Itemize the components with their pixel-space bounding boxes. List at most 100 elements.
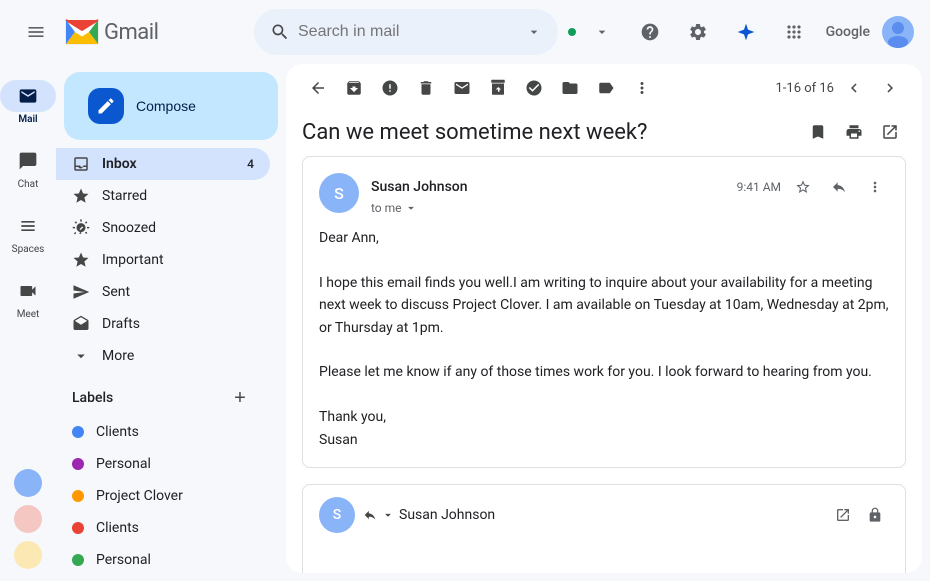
archive-button[interactable]	[338, 72, 370, 104]
label-dot-personal2	[72, 554, 84, 566]
nav-item-important[interactable]: Important	[56, 244, 270, 276]
user-avatar[interactable]	[882, 16, 914, 48]
more-actions-button[interactable]	[626, 72, 658, 104]
move-to-button[interactable]	[554, 72, 586, 104]
compose-button[interactable]: Compose	[64, 72, 278, 140]
chat-icon	[18, 151, 38, 171]
important-icon	[72, 251, 90, 269]
nav-item-snoozed[interactable]: Snoozed	[56, 212, 270, 244]
snooze-subject-button[interactable]	[802, 116, 834, 148]
labels-add-button[interactable]: +	[226, 384, 254, 412]
gmail-logo: Gmail	[64, 14, 158, 50]
labels-button[interactable]	[590, 72, 622, 104]
more-vert-icon	[633, 79, 651, 97]
bottom-avatar-1[interactable]	[14, 469, 42, 497]
reply-compose-input[interactable]	[303, 545, 905, 573]
star-email-icon	[795, 179, 811, 195]
email-time: 9:41 AM	[737, 180, 781, 194]
spam-icon	[381, 79, 399, 97]
menu-icon[interactable]	[16, 12, 56, 52]
nav-item-inbox[interactable]: Inbox 4	[56, 148, 270, 180]
main-layout: Mail Chat Spaces Meet	[0, 64, 930, 581]
nav-panel: Compose Inbox 4 Starred Snoozed Importan…	[56, 64, 286, 581]
nav-item-starred[interactable]: Starred	[56, 180, 270, 212]
search-input[interactable]	[298, 23, 518, 41]
email-body-line-7: Susan	[319, 429, 889, 451]
sidebar-item-chat[interactable]: Chat	[0, 137, 56, 198]
email-meta: Susan Johnson 9:41 AM	[371, 173, 889, 215]
drafts-icon	[72, 315, 90, 333]
mail-icon	[18, 86, 38, 106]
label-dot-project-clover1	[72, 490, 84, 502]
snooze-email-button[interactable]	[482, 72, 514, 104]
more-nav-icon	[72, 347, 90, 365]
print-icon	[845, 123, 863, 141]
sidebar-item-spaces[interactable]: Spaces	[0, 202, 56, 263]
mark-unread-icon	[453, 79, 471, 97]
bottom-avatar-2[interactable]	[14, 505, 42, 533]
sidebar-item-meet[interactable]: Meet	[0, 267, 56, 328]
label-name-clients1: Clients	[96, 424, 139, 440]
delete-button[interactable]	[410, 72, 442, 104]
label-item-personal2[interactable]: Personal	[56, 544, 270, 576]
spaces-icon	[18, 216, 38, 236]
search-filter-button[interactable]	[526, 24, 542, 40]
settings-button[interactable]	[678, 12, 718, 52]
to-me-text: to me	[371, 201, 402, 215]
open-in-new-button[interactable]	[874, 116, 906, 148]
bottom-avatar-3[interactable]	[14, 541, 42, 569]
meet-icon	[18, 281, 38, 301]
more-email-button[interactable]	[861, 173, 889, 201]
sidebar-item-mail[interactable]: Mail	[0, 72, 56, 133]
left-nav-icons: Mail Chat Spaces Meet	[0, 64, 56, 581]
topbar-left: Gmail	[16, 12, 246, 52]
subject-icons	[802, 116, 906, 148]
label-dot-clients2	[72, 522, 84, 534]
gemini-button[interactable]	[726, 12, 766, 52]
apps-button[interactable]	[774, 12, 814, 52]
print-button[interactable]	[838, 116, 870, 148]
to-me[interactable]: to me	[371, 201, 889, 215]
email-message: S Susan Johnson 9:41 AM	[302, 156, 906, 468]
email-time-container: 9:41 AM	[737, 173, 889, 201]
add-task-button[interactable]	[518, 72, 550, 104]
reply-compose-area: S Susan Johnson	[302, 484, 906, 573]
label-item-clients1[interactable]: Clients	[56, 416, 270, 448]
compose-icon	[88, 88, 124, 124]
labels-header: Labels +	[56, 380, 270, 416]
back-button[interactable]	[302, 72, 334, 104]
label-dot-personal1	[72, 458, 84, 470]
star-icon	[72, 187, 90, 205]
nav-important-label: Important	[102, 252, 164, 268]
add-task-icon	[525, 79, 543, 97]
label-item-project-clover1[interactable]: Project Clover	[56, 480, 270, 512]
back-icon	[309, 79, 327, 97]
label-item-project-clover2[interactable]: Project Clover	[56, 576, 270, 581]
label-item-clients2[interactable]: Clients	[56, 512, 270, 544]
reply-to-expand-icon	[381, 508, 395, 522]
sender-avatar: S	[319, 173, 359, 213]
labels-title: Labels	[72, 390, 113, 406]
reply-to-icon	[363, 508, 377, 522]
meet-label: Meet	[17, 309, 40, 320]
nav-item-drafts[interactable]: Drafts	[56, 308, 270, 340]
status-button[interactable]	[582, 12, 622, 52]
nav-item-sent[interactable]: Sent	[56, 276, 270, 308]
nav-arrows	[838, 72, 906, 104]
lock-reply-button[interactable]	[861, 501, 889, 529]
nav-item-more[interactable]: More	[56, 340, 270, 372]
next-email-button[interactable]	[874, 72, 906, 104]
prev-email-button[interactable]	[838, 72, 870, 104]
search-icon	[270, 22, 290, 42]
search-bar	[254, 9, 558, 55]
pop-out-reply-button[interactable]	[829, 501, 857, 529]
report-spam-button[interactable]	[374, 72, 406, 104]
help-button[interactable]	[630, 12, 670, 52]
label-item-personal1[interactable]: Personal	[56, 448, 270, 480]
mark-unread-button[interactable]	[446, 72, 478, 104]
chevron-left-icon	[845, 79, 863, 97]
reply-button[interactable]	[825, 173, 853, 201]
star-button[interactable]	[789, 173, 817, 201]
reply-icon	[831, 179, 847, 195]
nav-sent-label: Sent	[102, 284, 130, 300]
